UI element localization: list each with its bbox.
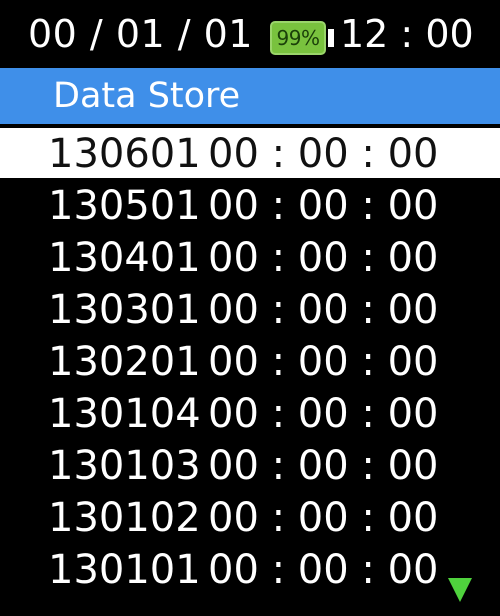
record-id: 130601 (48, 131, 201, 177)
status-bar: 00 / 01 / 01 99% 12 : 00 (0, 0, 500, 68)
record-time: 00 : 00 : 00 (208, 235, 439, 281)
battery-level: 99% (270, 21, 326, 55)
status-time: 12 : 00 (340, 12, 474, 56)
record-row-selected[interactable]: 130601 00 : 00 : 00 (0, 128, 500, 178)
record-id: 130501 (48, 183, 201, 229)
record-id: 130201 (48, 339, 201, 385)
status-date: 00 / 01 / 01 (28, 12, 253, 56)
scroll-down-icon[interactable] (448, 578, 472, 602)
record-row[interactable]: 130501 00 : 00 : 00 (0, 180, 500, 232)
record-id: 130401 (48, 235, 201, 281)
record-row[interactable]: 130104 00 : 00 : 00 (0, 388, 500, 440)
title-bar: Data Store (0, 68, 500, 124)
record-id: 130103 (48, 443, 201, 489)
battery-tip (328, 29, 334, 47)
record-row[interactable]: 130201 00 : 00 : 00 (0, 336, 500, 388)
record-time: 00 : 00 : 00 (208, 495, 439, 541)
record-time: 00 : 00 : 00 (208, 339, 439, 385)
record-id: 130102 (48, 495, 201, 541)
record-time: 00 : 00 : 00 (208, 131, 439, 177)
record-time: 00 : 00 : 00 (208, 287, 439, 333)
record-row[interactable]: 130401 00 : 00 : 00 (0, 232, 500, 284)
record-time: 00 : 00 : 00 (208, 547, 439, 593)
record-row[interactable]: 130102 00 : 00 : 00 (0, 492, 500, 544)
record-id: 130101 (48, 547, 201, 593)
record-id: 130104 (48, 391, 201, 437)
record-list: 130601 00 : 00 : 00 130501 00 : 00 : 00 13… (0, 128, 500, 596)
record-row[interactable]: 130103 00 : 00 : 00 (0, 440, 500, 492)
record-row[interactable]: 130301 00 : 00 : 00 (0, 284, 500, 336)
battery-icon: 99% (270, 21, 334, 55)
record-row[interactable]: 130101 00 : 00 : 00 (0, 544, 500, 596)
page-title: Data Store (53, 76, 241, 116)
record-time: 00 : 00 : 00 (208, 183, 439, 229)
record-id: 130301 (48, 287, 201, 333)
record-time: 00 : 00 : 00 (208, 443, 439, 489)
record-time: 00 : 00 : 00 (208, 391, 439, 437)
